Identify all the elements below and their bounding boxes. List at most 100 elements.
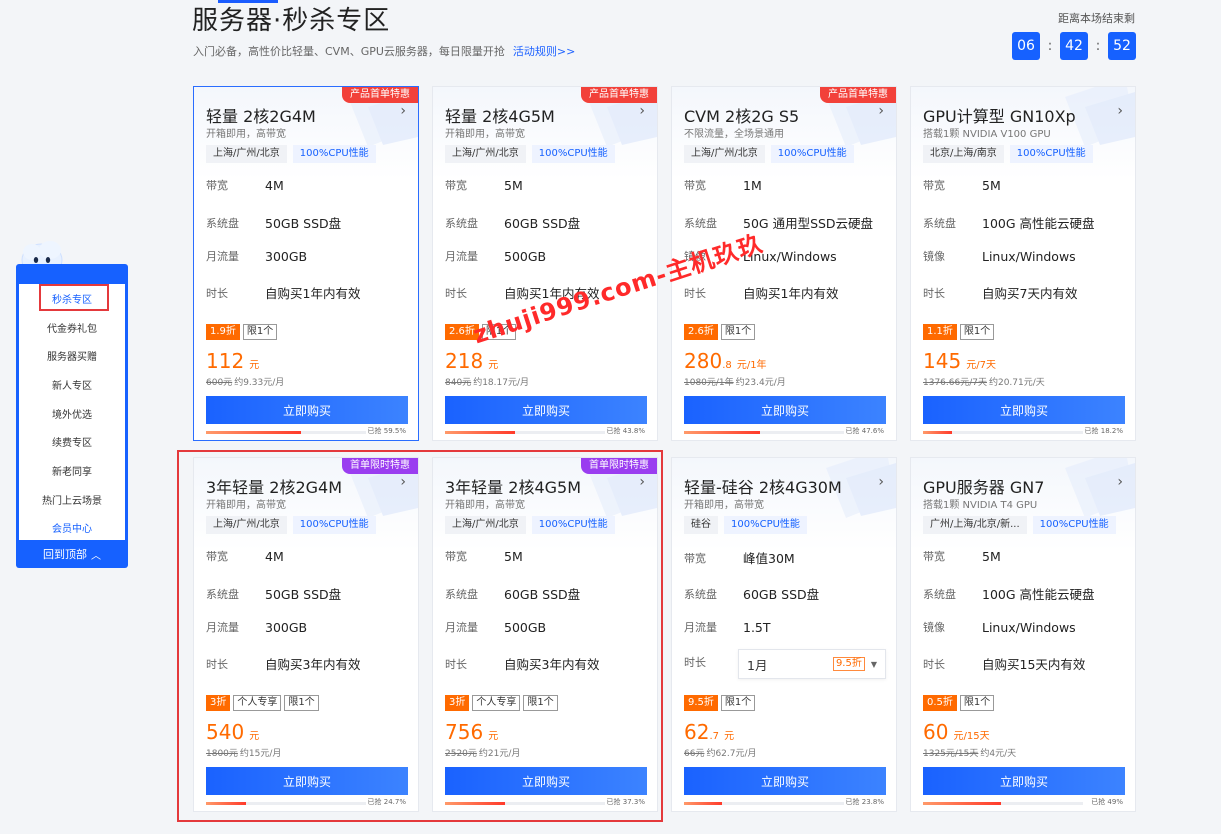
duration-discount: 9.5折 (832, 657, 865, 671)
price: 112 元 (206, 349, 259, 373)
price-unit: 元/7天 (966, 360, 997, 371)
sidebar-item-newcomer[interactable]: 新人专区 (19, 370, 125, 399)
countdown-separator: : (1047, 38, 1053, 54)
discount-badge: 1.1折 (923, 324, 957, 340)
product-card[interactable]: GPU服务器 GN7 › 搭载1颗 NVIDIA T4 GPU 广州/上海/北京/新.… (910, 457, 1136, 812)
back-to-top-label: 回到顶部 (43, 548, 87, 561)
promo-badge: 产品首单特惠 (342, 87, 418, 103)
caret-down-icon: ▼ (870, 659, 877, 669)
card-title[interactable]: GPU服务器 GN7 (923, 474, 1044, 498)
limit-tag: 限1个 (720, 324, 756, 340)
per-month-price: 约4元/天 (980, 749, 1017, 759)
tag-list: 广州/上海/北京/新... 100%CPU性能 (923, 516, 1116, 534)
price-tags: 0.5折 限1个 (923, 695, 995, 711)
spec-label: 月流量 (445, 250, 478, 263)
cpu-tag: 100%CPU性能 (724, 516, 807, 534)
product-card[interactable]: 轻量-硅谷 2核4G30M › 开箱即用，高带宽 硅谷 100%CPU性能 带宽 峰值30M… (671, 457, 897, 812)
chevron-right-icon[interactable]: › (1117, 103, 1123, 119)
sidebar-item-server-gift[interactable]: 服务器买赠 (19, 341, 125, 370)
spec-label: 镜像 (923, 621, 945, 634)
price-unit: 元 (724, 731, 735, 742)
limit-tag: 限1个 (959, 695, 995, 711)
original-price: 840元 约18.17元/月 (445, 375, 529, 388)
spec-row: 时长 自购买1年内有效 (206, 283, 360, 302)
sold-progress-fill (923, 431, 953, 434)
chevron-right-icon[interactable]: › (878, 474, 884, 490)
cpu-tag: 100%CPU性能 (770, 145, 854, 163)
price: 145 元/7天 (923, 349, 996, 373)
original-price: 1080元/1年 约23.4元/月 (684, 375, 786, 388)
card-description: 开箱即用，高带宽 (684, 500, 764, 511)
spec-value: 50GB SSD盘 (265, 216, 342, 231)
price: 60 元/15天 (923, 720, 990, 744)
buy-now-button[interactable]: 立即购买 (923, 767, 1125, 795)
sold-percent: 已抢 18.2% (1084, 427, 1123, 435)
discount-badge: 0.5折 (923, 695, 957, 711)
price-value: 218 (445, 349, 484, 373)
sold-progress-bar (684, 802, 844, 805)
product-card[interactable]: GPU计算型 GN10Xp › 搭载1颗 NVIDIA V100 GPU 北京/上海/… (910, 86, 1136, 441)
price-tags: 9.5折 限1个 (684, 695, 756, 711)
region-tag: 上海/广州/北京 (445, 145, 526, 163)
spec-row: 带宽 5M (923, 177, 1001, 193)
rules-link[interactable]: 活动规则>> (513, 45, 575, 58)
price: 62.7 元 (684, 720, 734, 744)
spec-value: 500GB (504, 248, 547, 264)
duration-select[interactable]: 1月 9.5折 ▼ (738, 649, 886, 679)
spec-value: 4M (265, 177, 284, 193)
spec-row: 镜像 Linux/Windows (923, 619, 1076, 635)
original-price-value: 1080元/1年 (684, 378, 734, 388)
spec-value: 1M (743, 177, 762, 193)
card-title[interactable]: 轻量-硅谷 2核4G30M (684, 474, 842, 498)
card-title[interactable]: GPU计算型 GN10Xp (923, 103, 1076, 127)
spec-label: 时长 (684, 656, 706, 669)
chevron-right-icon[interactable]: › (878, 103, 884, 119)
chevron-right-icon[interactable]: › (400, 103, 406, 119)
spec-row: 带宽 1M (684, 177, 762, 193)
spec-value: 5M (982, 548, 1001, 564)
sidebar-item-member-center[interactable]: 会员中心 (19, 514, 125, 543)
buy-now-button[interactable]: 立即购买 (684, 396, 886, 424)
back-to-top-button[interactable]: 回到顶部 ︿ (16, 540, 128, 568)
product-card[interactable]: 产品首单特惠 轻量 2核4G5M › 开箱即用，高带宽 上海/广州/北京 100%CPU性… (432, 86, 658, 441)
spec-label: 月流量 (684, 621, 717, 634)
sidebar-item-scenarios[interactable]: 热门上云场景 (19, 485, 125, 514)
buy-now-button[interactable]: 立即购买 (206, 396, 408, 424)
promo-badge: 产品首单特惠 (581, 87, 657, 103)
sold-progress-fill (206, 431, 302, 434)
sold-progress-fill (445, 431, 516, 434)
original-price: 1376.66元/7天 约20.71元/天 (923, 375, 1045, 388)
price-tags: 1.1折 限1个 (923, 324, 995, 340)
card-title[interactable]: 轻量 2核4G5M (445, 103, 555, 127)
spec-label: 带宽 (684, 551, 706, 565)
price-decimal: .8 (722, 360, 732, 371)
buy-now-button[interactable]: 立即购买 (445, 396, 647, 424)
spec-value: 自购买15天内有效 (982, 657, 1086, 672)
price-unit: 元/15天 (953, 731, 990, 742)
price: 218 元 (445, 349, 498, 373)
region-tag: 硅谷 (684, 516, 718, 534)
card-title[interactable]: 轻量 2核2G4M (206, 103, 316, 127)
sidebar-active-highlight (39, 284, 109, 311)
product-card[interactable]: 产品首单特惠 轻量 2核2G4M › 开箱即用，高带宽 上海/广州/北京 100%CPU性… (193, 86, 419, 441)
sidebar-item-renewal[interactable]: 续费专区 (19, 427, 125, 456)
spec-label: 月流量 (206, 250, 239, 263)
spec-row: 系统盘 60GB SSD盘 (684, 584, 819, 603)
per-month-price: 约18.17元/月 (473, 378, 529, 388)
buy-now-button[interactable]: 立即购买 (923, 396, 1125, 424)
card-title[interactable]: CVM 2核2G S5 (684, 103, 799, 127)
region-tag: 上海/广州/北京 (684, 145, 765, 163)
buy-now-button[interactable]: 立即购买 (684, 767, 886, 795)
chevron-right-icon[interactable]: › (1117, 474, 1123, 490)
sidebar-item-overseas[interactable]: 境外优选 (19, 399, 125, 428)
tag-list: 硅谷 100%CPU性能 (684, 516, 807, 534)
tag-list: 上海/广州/北京 100%CPU性能 (684, 145, 854, 163)
sold-progress-fill (923, 802, 1002, 805)
sidebar-item-all-users[interactable]: 新老同享 (19, 456, 125, 485)
sold-progress-fill (684, 802, 723, 805)
spec-value: 1.5T (743, 619, 771, 635)
limit-tag: 限1个 (959, 324, 995, 340)
sidebar-item-voucher[interactable]: 代金券礼包 (19, 313, 125, 342)
chevron-right-icon[interactable]: › (639, 103, 645, 119)
price-section: 2.6折 限1个 280.8 元/1年 1080元/1年 约23.4元/月 立即购买 已抢 … (672, 319, 896, 440)
